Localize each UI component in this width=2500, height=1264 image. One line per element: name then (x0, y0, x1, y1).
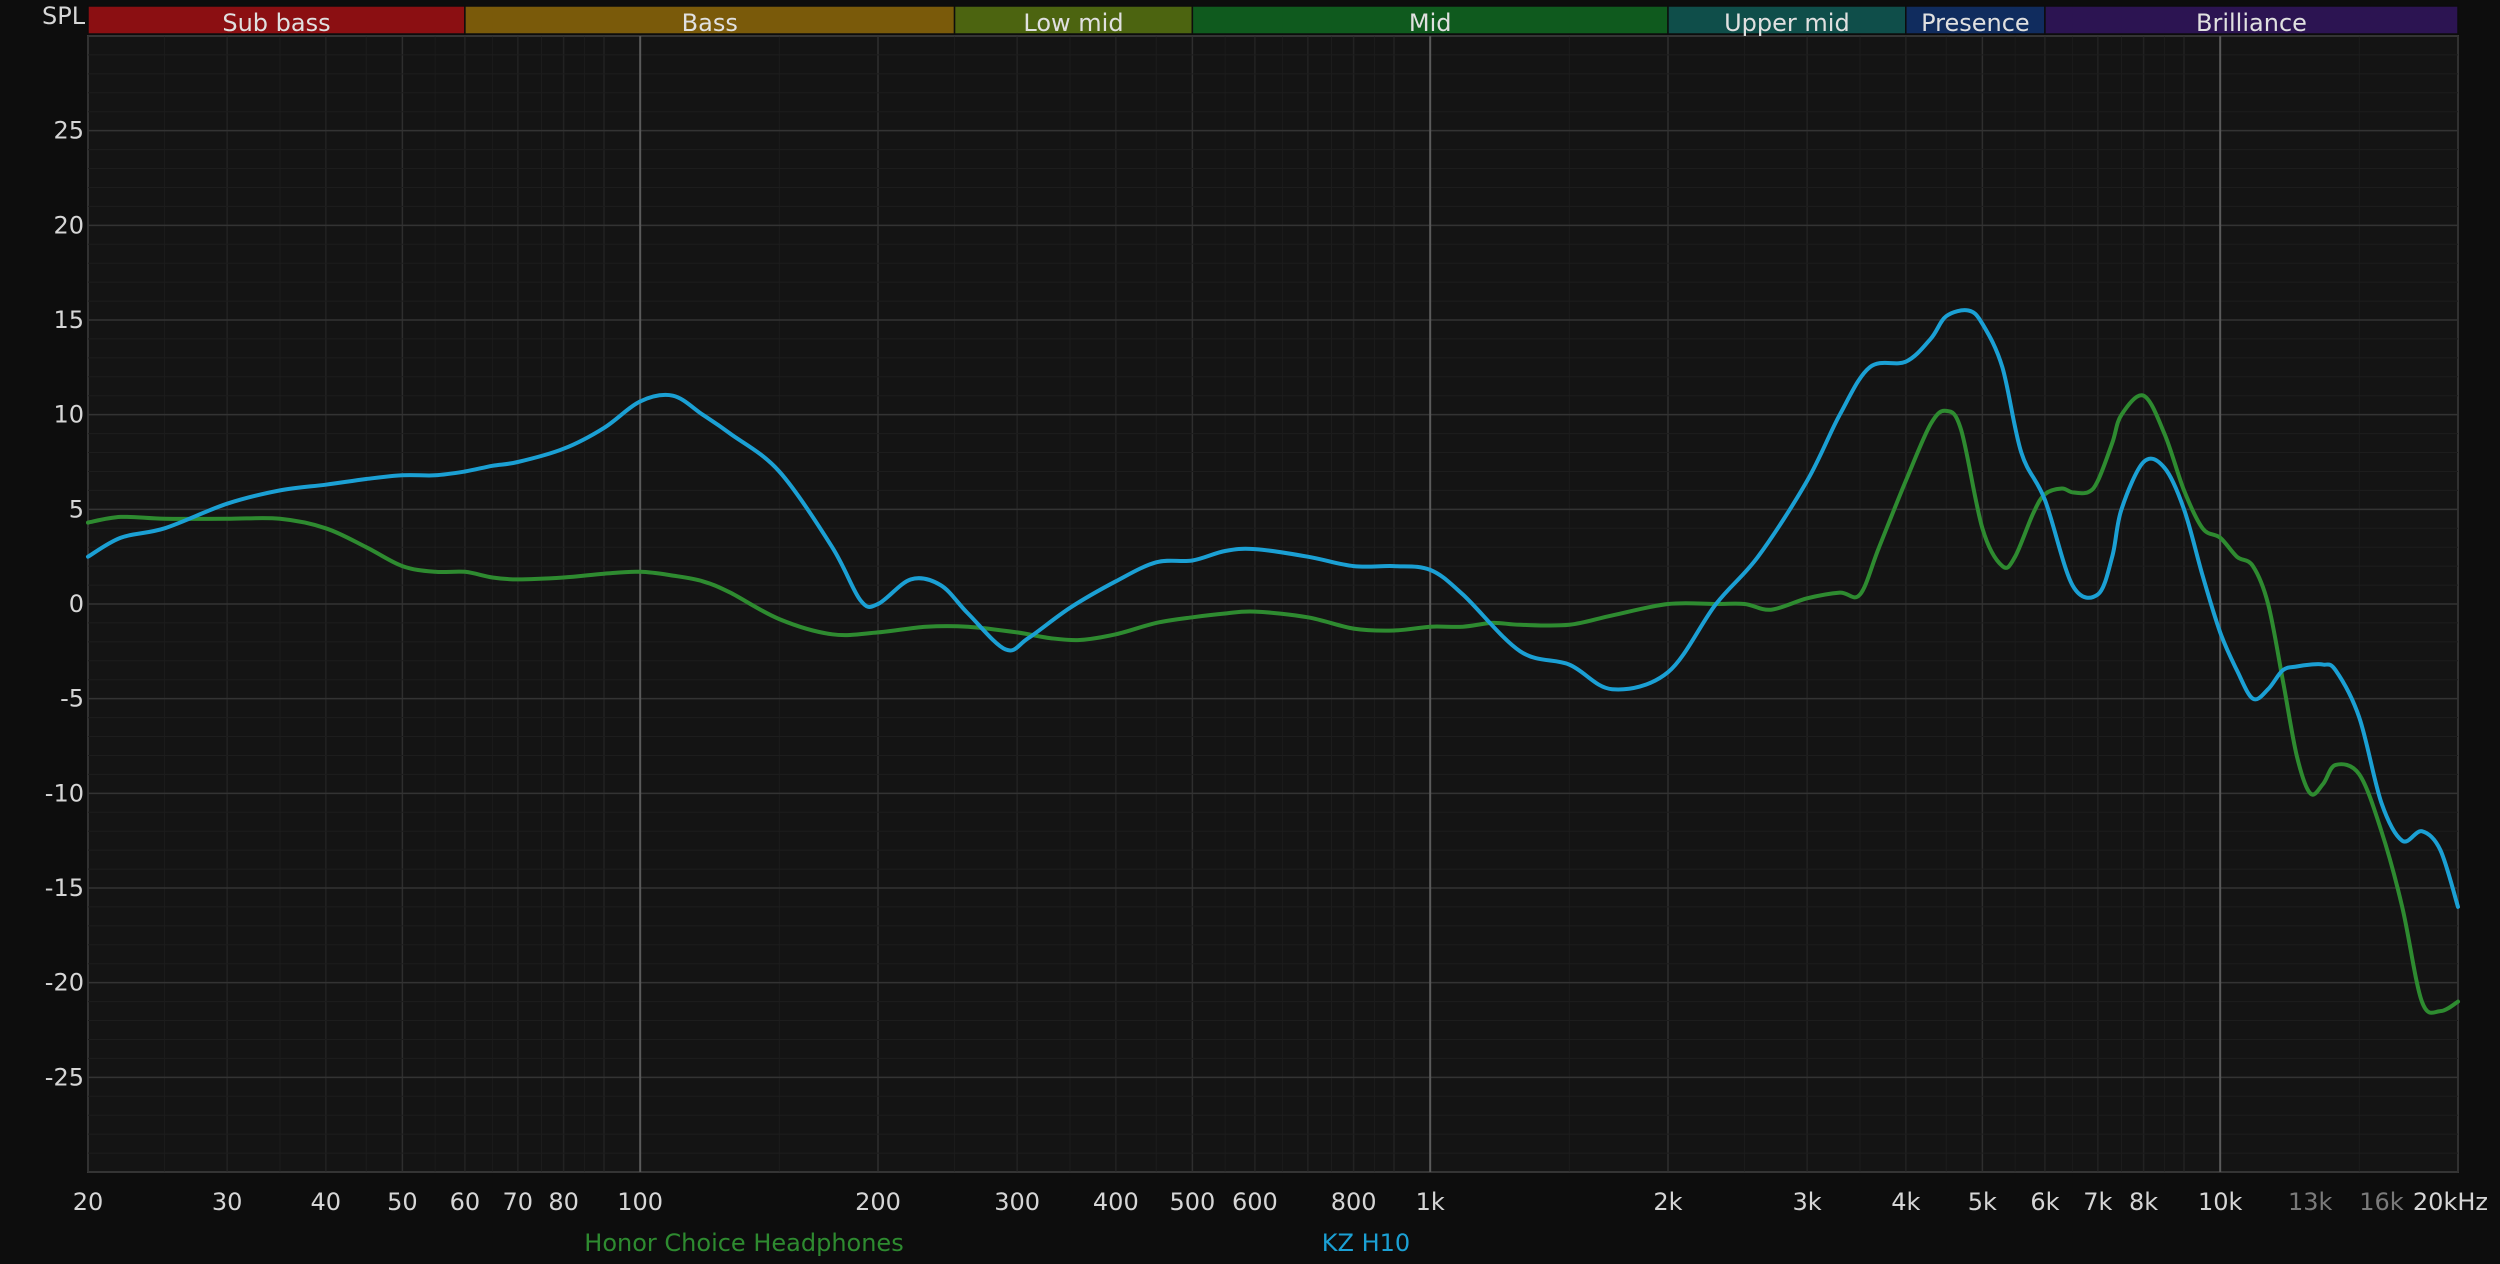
band-label: Bass (682, 9, 738, 37)
y-tick-label: 0 (69, 590, 84, 618)
x-tick-label: 800 (1331, 1188, 1377, 1216)
frequency-bands: Sub bass Bass Low mid Mid Upper mid Presence B… (87, 5, 2459, 37)
y-tick-label: -10 (45, 779, 84, 807)
x-tick-label: 100 (617, 1188, 663, 1216)
x-tick-label: 7k (2083, 1188, 2112, 1216)
frequency-response-chart: Sub bass Bass Low mid Mid Upper mid Presence B… (0, 0, 2500, 1264)
x-tick-label: 300 (994, 1188, 1040, 1216)
legend-entry: KZ H10 (1322, 1229, 1410, 1257)
x-tick-label: 3k (1793, 1188, 1822, 1216)
legend-entry: Honor Choice Headphones (584, 1229, 903, 1257)
x-tick-label: 600 (1232, 1188, 1278, 1216)
x-tick-label: 1k (1416, 1188, 1445, 1216)
x-tick-label: 10k (2198, 1188, 2243, 1216)
y-tick-label: -25 (45, 1063, 84, 1091)
y-tick-label: 25 (53, 117, 84, 145)
x-tick-label: 80 (548, 1188, 579, 1216)
x-tick-label: 70 (503, 1188, 534, 1216)
y-tick-label: 10 (53, 401, 84, 429)
x-tick-label: 2k (1653, 1188, 1682, 1216)
band-label: Presence (1921, 9, 2030, 37)
x-tick-label: 13k (2288, 1188, 2333, 1216)
band-label: Low mid (1023, 9, 1123, 37)
x-tick-label: 5k (1968, 1188, 1997, 1216)
x-tick-label: 40 (311, 1188, 342, 1216)
x-tick-label: 20 (73, 1188, 104, 1216)
y-tick-label: -20 (45, 969, 84, 997)
band-label: Sub bass (222, 9, 330, 37)
x-tick-label: 500 (1169, 1188, 1215, 1216)
y-tick-label: 20 (53, 211, 84, 239)
y-tick-label: -5 (60, 685, 84, 713)
x-tick-label: 4k (1891, 1188, 1920, 1216)
x-tick-label: 8k (2129, 1188, 2158, 1216)
band-label: Upper mid (1724, 9, 1850, 37)
x-tick-label: 30 (212, 1188, 243, 1216)
x-tick-label: 60 (450, 1188, 481, 1216)
band-label: Brilliance (2196, 9, 2307, 37)
y-tick-label: -15 (45, 874, 84, 902)
minor-grid (87, 35, 2459, 1173)
x-tick-label: 20kHz (2413, 1188, 2488, 1216)
x-tick-label: 200 (855, 1188, 901, 1216)
y-axis-label: SPL (42, 2, 86, 30)
x-tick-label: 50 (387, 1188, 418, 1216)
y-tick-label: 5 (69, 495, 84, 523)
x-tick-label: 6k (2030, 1188, 2059, 1216)
x-tick-label: 16k (2359, 1188, 2404, 1216)
x-tick-label: 400 (1093, 1188, 1139, 1216)
y-tick-label: 15 (53, 306, 84, 334)
band-label: Mid (1409, 9, 1452, 37)
